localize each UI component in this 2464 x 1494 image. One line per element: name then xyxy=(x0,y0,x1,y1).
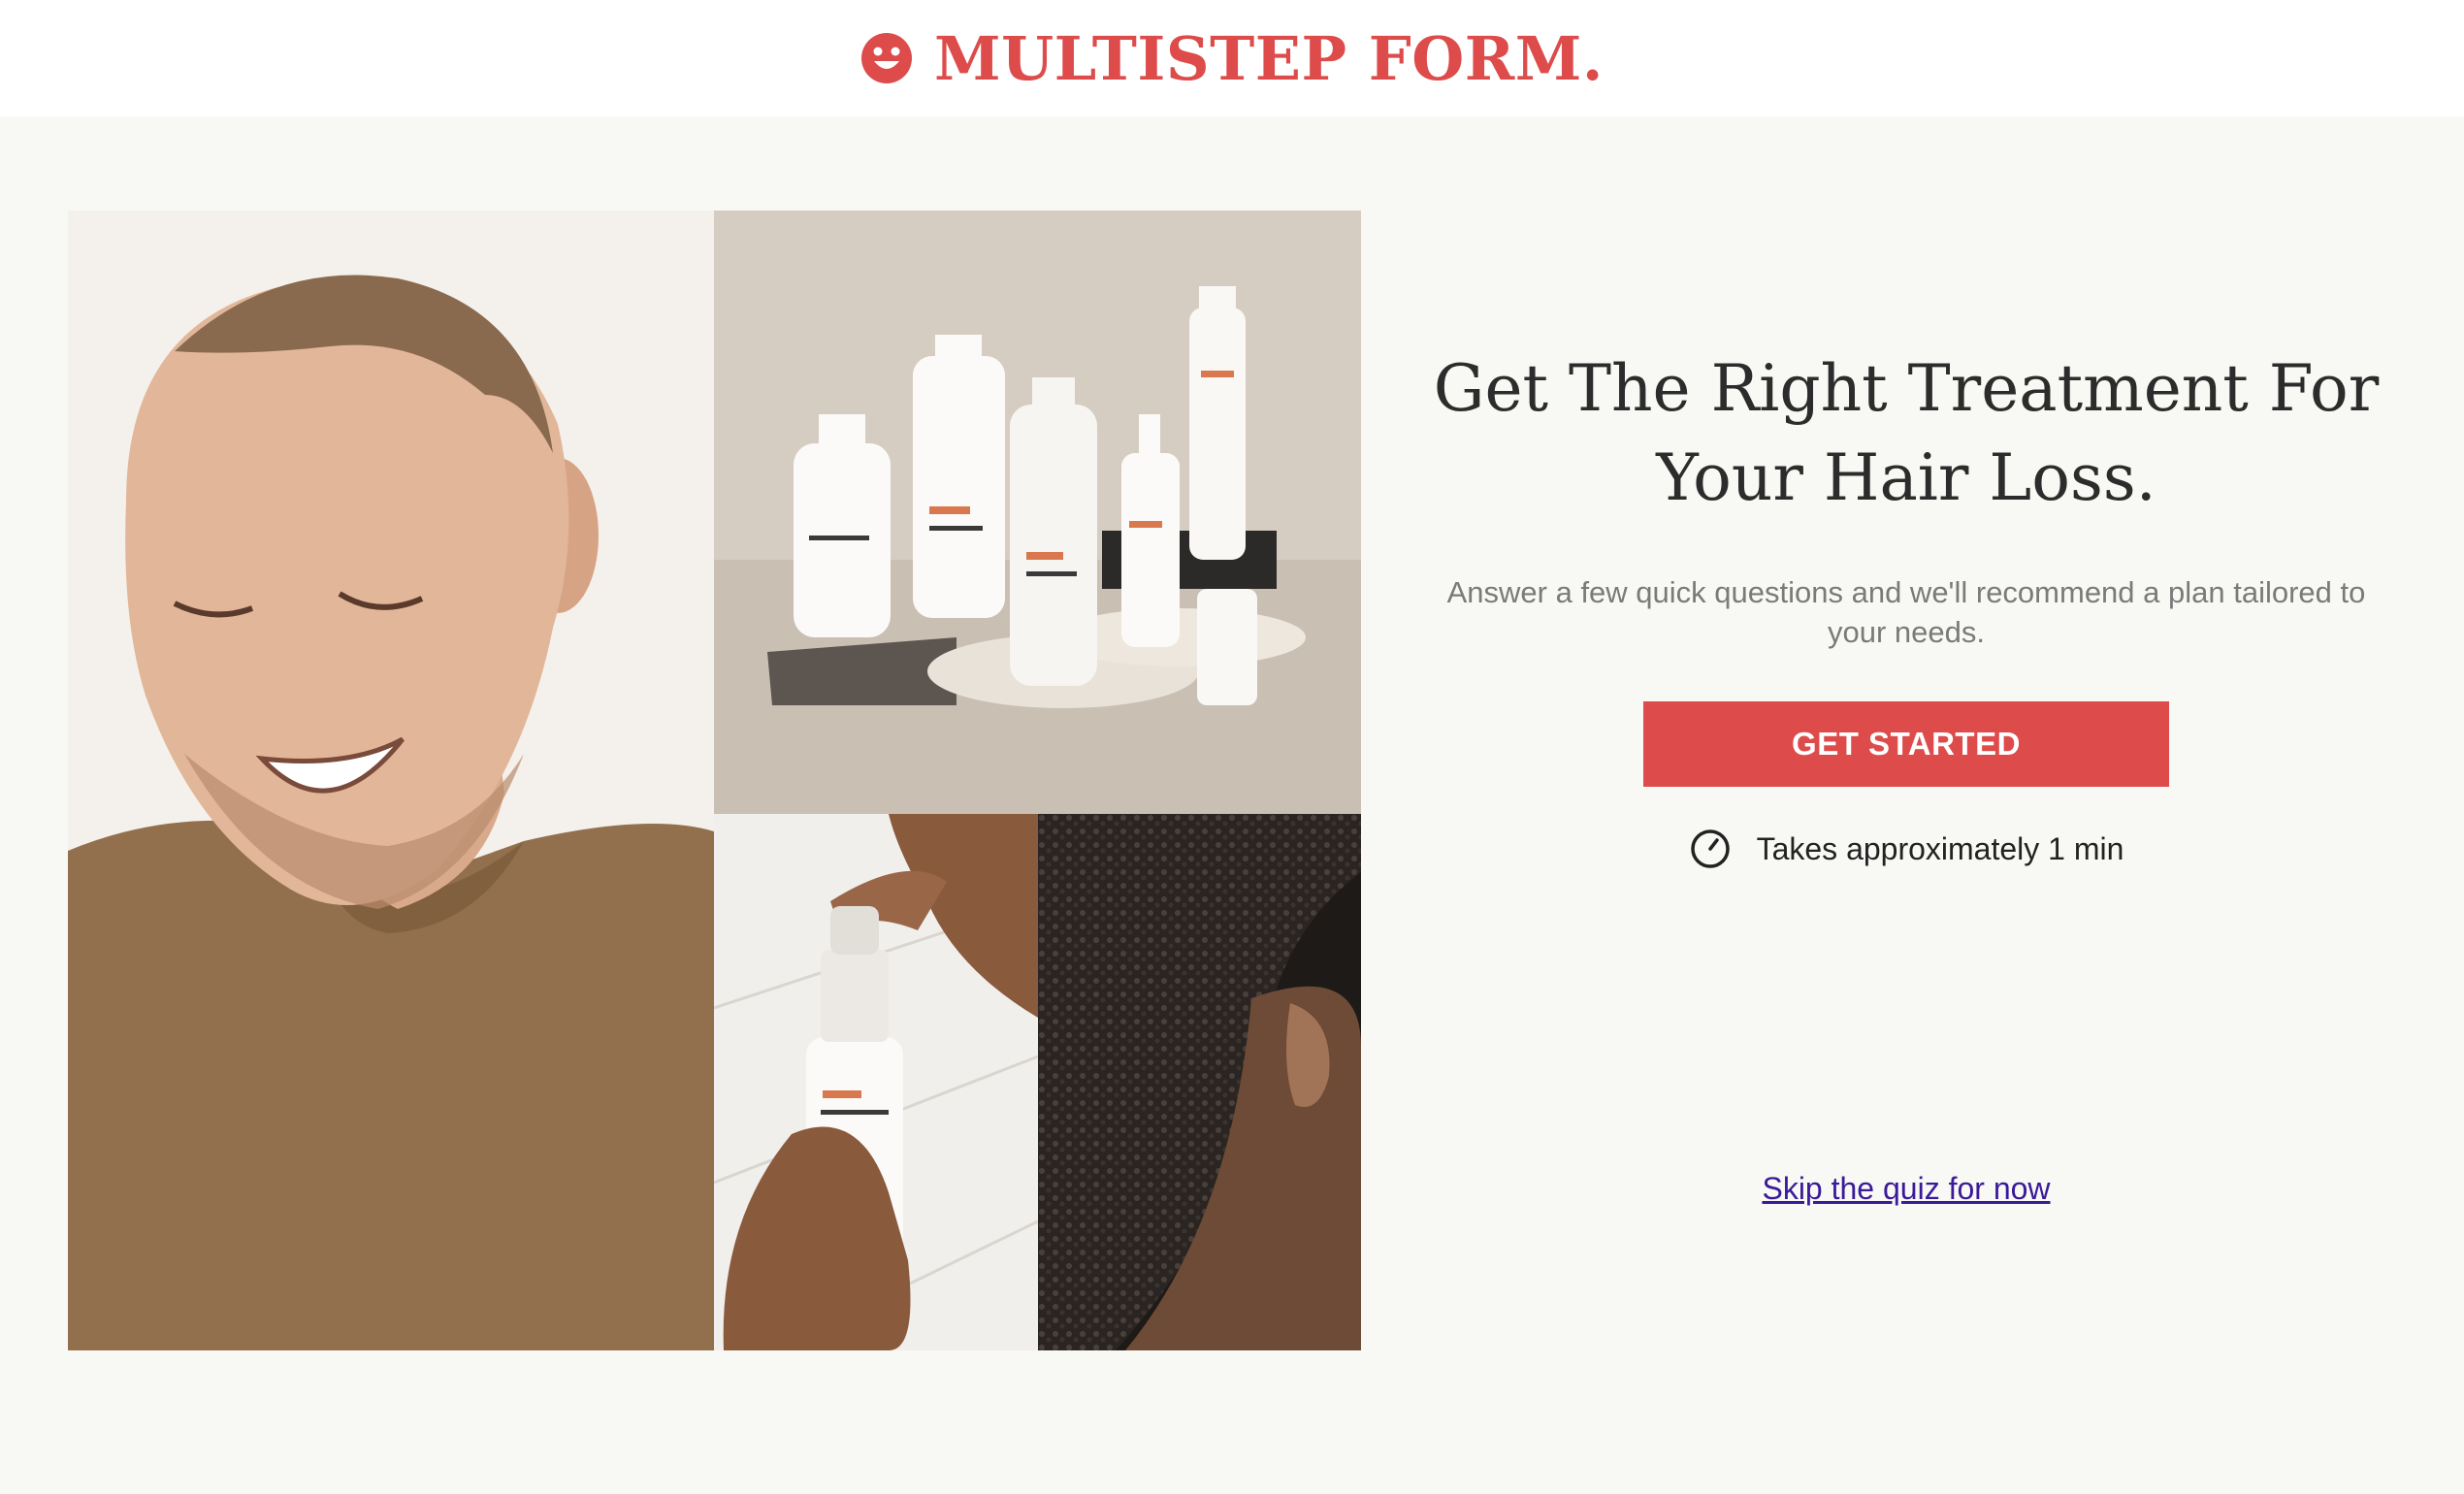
duration-note: Takes approximately 1 min xyxy=(1416,825,2396,873)
get-started-button[interactable]: GET STARTED xyxy=(1643,701,2169,787)
headline-line-1: Get The Right Treatment For xyxy=(1433,351,2380,426)
subtitle-line-1: Answer a few quick questions and we'll r… xyxy=(1446,575,2366,609)
curly-hair-photo xyxy=(1038,814,1361,1350)
brand-name: MULTISTEP FORM. xyxy=(933,22,1604,94)
smiley-face-icon xyxy=(860,33,912,83)
top-header: MULTISTEP FORM. xyxy=(0,0,2464,116)
skip-quiz: Skip the quiz for now xyxy=(1416,1171,2396,1207)
photo-collage xyxy=(68,211,1361,1350)
subtitle-line-2: your needs. xyxy=(1828,615,1985,649)
stopwatch-icon xyxy=(1690,829,1730,868)
brand-logo[interactable]: MULTISTEP FORM. xyxy=(0,0,2464,116)
dropper-bottle-photo xyxy=(714,814,1038,1350)
smiling-man-photo xyxy=(68,211,714,1350)
headline-line-2: Your Hair Loss. xyxy=(1656,440,2156,515)
page-subtitle: Answer a few quick questions and we'll r… xyxy=(1416,572,2396,652)
page-title: Get The Right Treatment For Your Hair Lo… xyxy=(1416,344,2396,523)
duration-text: Takes approximately 1 min xyxy=(1756,830,2124,866)
skip-quiz-link[interactable]: Skip the quiz for now xyxy=(1762,1171,2050,1206)
product-bottles-photo xyxy=(714,211,1361,814)
intro-panel: Get The Right Treatment For Your Hair Lo… xyxy=(1416,194,2396,1261)
